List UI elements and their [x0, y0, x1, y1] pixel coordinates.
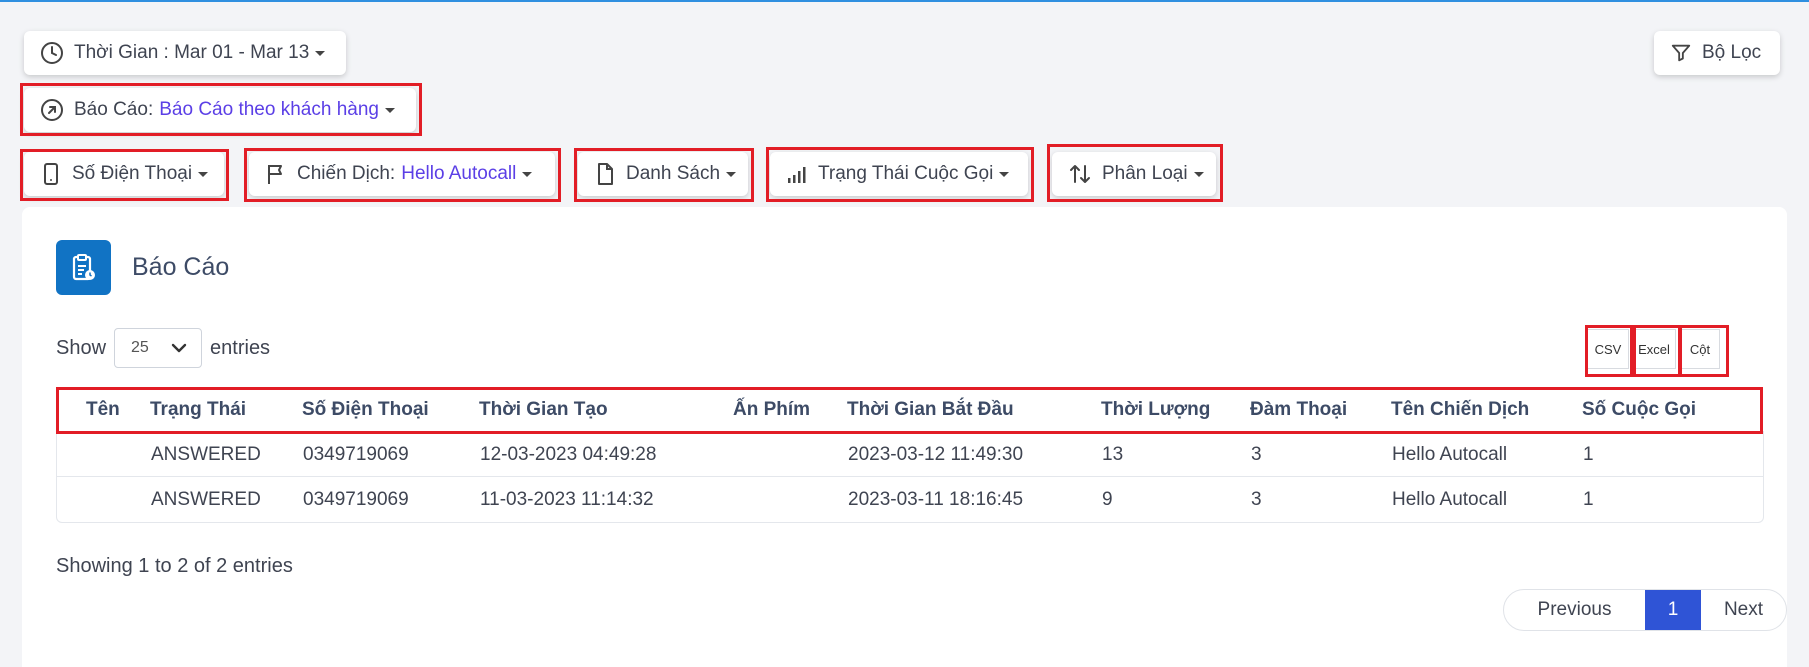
next-page-button[interactable]: Next: [1701, 590, 1786, 630]
list-label: Danh Sách: [626, 163, 721, 184]
report-type-value: Báo Cáo theo khách hàng: [159, 99, 379, 120]
report-type-label: Báo Cáo:: [74, 99, 154, 120]
column-header[interactable]: Số Cuộc Gọi: [1582, 387, 1696, 432]
time-range-dropdown[interactable]: Thời Gian : Mar 01 - Mar 13: [24, 31, 346, 75]
top-accent-line: [0, 0, 1809, 2]
call-status-label: Trạng Thái Cuộc Gọi: [818, 163, 994, 184]
report-card: Báo Cáo Show 25 entries CSV Excel Cột Tê…: [22, 207, 1787, 667]
show-label: Show: [56, 336, 107, 359]
table-cell: ANSWERED: [151, 443, 261, 465]
table-cell: 0349719069: [303, 488, 409, 510]
table-cell: 1: [1583, 443, 1594, 465]
flag-icon: [268, 165, 282, 184]
phone-number-dropdown[interactable]: Số Điện Thoại: [24, 152, 224, 196]
chevron-down-icon: [522, 171, 533, 177]
table-cell: 3: [1251, 443, 1262, 465]
signal-bars-icon: [788, 167, 806, 183]
table-cell: ANSWERED: [151, 488, 261, 510]
previous-page-button[interactable]: Previous: [1504, 590, 1645, 630]
column-header[interactable]: Thời Lượng: [1101, 387, 1210, 432]
table-row: ANSWERED 0349719069 11-03-2023 11:14:32 …: [57, 477, 1763, 522]
table-info: Showing 1 to 2 of 2 entries: [56, 555, 293, 577]
time-range-label: Thời Gian : Mar 01 - Mar 13: [74, 42, 310, 63]
table-cell: 9: [1102, 488, 1113, 510]
page-length-control: Show 25 entries: [56, 328, 270, 368]
arrow-up-right-circle-icon: [41, 99, 63, 121]
chevron-down-icon: [999, 171, 1010, 177]
table-header-row: Tên Trạng Thái Số Điện Thoại Thời Gian T…: [56, 387, 1764, 432]
page-size-select[interactable]: 25: [114, 328, 203, 368]
report-title: Báo Cáo: [132, 253, 230, 281]
campaign-value: Hello Autocall: [401, 163, 517, 184]
chevron-down-icon: [198, 171, 209, 177]
column-header[interactable]: Thời Gian Tạo: [479, 387, 608, 432]
chevron-down-icon: [1193, 171, 1204, 177]
table-cell: 11-03-2023 11:14:32: [480, 488, 654, 510]
sort-arrows-icon: [1070, 165, 1090, 183]
table-row: ANSWERED 0349719069 12-03-2023 04:49:28 …: [57, 432, 1763, 477]
filter-button-label: Bộ Lọc: [1702, 42, 1762, 63]
page-size-value: 25: [131, 339, 149, 356]
category-label: Phân Loại: [1102, 163, 1188, 184]
table-cell: 3: [1251, 488, 1262, 510]
page-1-button[interactable]: 1: [1645, 590, 1701, 630]
table-cell: Hello Autocall: [1392, 488, 1508, 510]
report-type-dropdown[interactable]: Báo Cáo: Báo Cáo theo khách hàng: [24, 88, 416, 132]
filter-icon: [1671, 44, 1691, 62]
column-header[interactable]: Tên: [86, 387, 120, 432]
chevron-down-icon: [315, 50, 326, 56]
phone-icon: [44, 163, 58, 185]
column-header[interactable]: Thời Gian Bắt Đầu: [847, 387, 1014, 432]
list-dropdown[interactable]: Danh Sách: [578, 152, 748, 196]
chevron-down-icon: [726, 171, 737, 177]
export-csv-button[interactable]: CSV: [1587, 329, 1629, 369]
table-cell: 0349719069: [303, 443, 409, 465]
file-icon: [598, 163, 613, 185]
column-header[interactable]: Ấn Phím: [733, 387, 810, 432]
call-status-dropdown[interactable]: Trạng Thái Cuộc Gọi: [770, 152, 1028, 196]
table-cell: Hello Autocall: [1392, 443, 1508, 465]
chevron-down-icon: [384, 107, 395, 113]
entries-label: entries: [210, 336, 271, 359]
table-cell: 1: [1583, 488, 1594, 510]
clock-icon: [41, 42, 63, 64]
report-clipboard-icon: [56, 240, 111, 295]
campaign-dropdown[interactable]: Chiến Dịch: Hello Autocall: [249, 152, 555, 196]
column-header[interactable]: Đàm Thoại: [1250, 387, 1347, 432]
table-cell: 12-03-2023 04:49:28: [480, 443, 657, 465]
phone-number-label: Số Điện Thoại: [72, 163, 193, 184]
table-cell: 13: [1102, 443, 1124, 465]
column-header[interactable]: Trạng Thái: [150, 387, 246, 432]
export-excel-button[interactable]: Excel: [1632, 329, 1676, 369]
table-body: ANSWERED 0349719069 12-03-2023 04:49:28 …: [56, 432, 1764, 523]
campaign-label: Chiến Dịch:: [297, 163, 396, 184]
filter-button[interactable]: Bộ Lọc: [1654, 31, 1780, 75]
table-cell: 2023-03-12 11:49:30: [848, 443, 1024, 465]
table-cell: 2023-03-11 18:16:45: [848, 488, 1024, 510]
pagination: Previous 1 Next: [1503, 589, 1787, 631]
column-header[interactable]: Tên Chiến Dịch: [1391, 387, 1529, 432]
report-table: Tên Trạng Thái Số Điện Thoại Thời Gian T…: [56, 387, 1764, 523]
category-dropdown[interactable]: Phân Loại: [1052, 152, 1216, 196]
columns-visibility-button[interactable]: Cột: [1680, 329, 1720, 369]
column-header[interactable]: Số Điện Thoại: [302, 387, 429, 432]
chevron-down-icon: [171, 343, 187, 353]
